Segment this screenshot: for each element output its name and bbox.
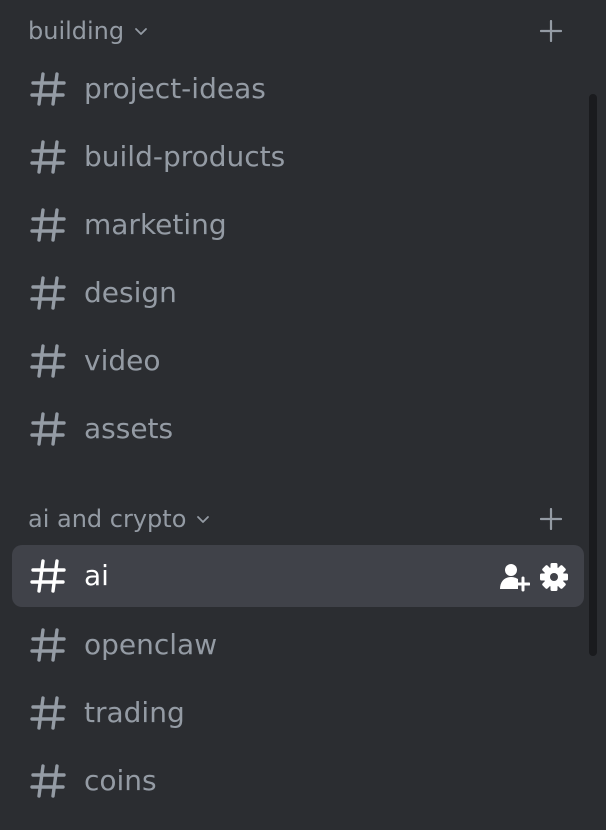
hash-icon: [30, 72, 66, 106]
channel-project-ideas[interactable]: project-ideas: [12, 58, 584, 120]
add-user-icon[interactable]: [498, 562, 530, 592]
channel-name: openclaw: [84, 628, 218, 661]
hash-icon: [30, 696, 66, 730]
hash-icon: [30, 764, 66, 798]
category-header[interactable]: building: [28, 11, 148, 51]
category-header[interactable]: ai and crypto: [28, 499, 210, 539]
channel-name: assets: [84, 412, 174, 445]
gear-icon[interactable]: [538, 562, 570, 592]
category-label: ai and crypto: [28, 505, 187, 533]
hash-icon: [30, 559, 66, 593]
channel-name: video: [84, 344, 161, 377]
hash-icon: [30, 628, 66, 662]
category-building[interactable]: building: [0, 11, 590, 51]
chevron-down-icon: [135, 28, 148, 35]
channel-name: coins: [84, 764, 157, 797]
channel-name: build-products: [84, 140, 286, 173]
chevron-down-icon: [197, 516, 210, 523]
channel-trading[interactable]: trading: [12, 682, 584, 744]
channel-coins[interactable]: coins: [12, 750, 584, 812]
channel-name: marketing: [84, 208, 227, 241]
channel-ai[interactable]: ai: [12, 545, 584, 607]
channel-design[interactable]: design: [12, 262, 584, 324]
hash-icon: [30, 276, 66, 310]
channel-name: trading: [84, 696, 185, 729]
channel-video[interactable]: video: [12, 330, 584, 392]
hash-icon: [30, 140, 66, 174]
channel-sidebar: building project-ideas build-products ma…: [0, 0, 606, 830]
hash-icon: [30, 344, 66, 378]
channel-build-products[interactable]: build-products: [12, 126, 584, 188]
plus-icon[interactable]: [540, 20, 562, 42]
channel-assets[interactable]: assets: [12, 398, 584, 460]
channel-openclaw[interactable]: openclaw: [12, 614, 584, 676]
plus-icon[interactable]: [540, 508, 562, 530]
category-ai-and-crypto[interactable]: ai and crypto: [0, 499, 590, 539]
channel-name: project-ideas: [84, 72, 266, 105]
channel-name: ai: [84, 559, 109, 592]
scrollbar-thumb[interactable]: [589, 94, 597, 656]
hash-icon: [30, 412, 66, 446]
hash-icon: [30, 208, 66, 242]
channel-actions: [498, 562, 570, 592]
channel-marketing[interactable]: marketing: [12, 194, 584, 256]
category-label: building: [28, 17, 125, 45]
channel-name: design: [84, 276, 177, 309]
